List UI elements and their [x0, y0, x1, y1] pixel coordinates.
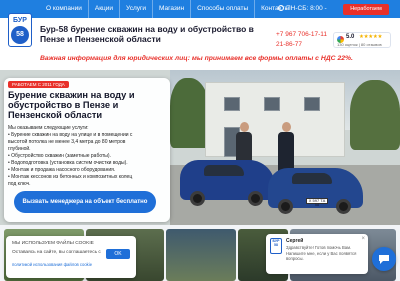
hero-person-right — [278, 122, 294, 172]
nav-item-about[interactable]: О компании — [40, 0, 89, 18]
cookie-policy-link[interactable]: политикой использования файлов cookie — [12, 262, 92, 267]
license-plate: Х 597 ТА 58 — [306, 198, 328, 207]
building-window — [224, 97, 240, 111]
gallery-thumb[interactable] — [166, 229, 236, 281]
list-item: • Бурение скважин на воду на улице и в п… — [8, 132, 133, 138]
nav-item-promo[interactable]: Акции — [89, 0, 121, 18]
hero-car-right: Х 597 ТА 58 — [268, 168, 363, 214]
cookie-accept-button[interactable]: OK — [106, 249, 130, 259]
rating-stars: ★★★★★ — [359, 34, 383, 40]
legal-notice: Важная информация для юридических лиц: м… — [40, 55, 353, 62]
list-item: • Монтаж кессонов из бетонных и композит… — [8, 174, 133, 180]
close-icon[interactable]: × — [361, 236, 365, 242]
site-logo[interactable]: БУР 58 — [8, 13, 32, 47]
rating-value: 5.0 — [346, 34, 355, 40]
rating-widget[interactable]: 5.0 ★★★★★ 130 оценок | 80 отзывов — [333, 32, 391, 48]
site-title: Бур-58 бурение скважин на воду и обустро… — [40, 24, 254, 44]
hero-title: Бурение скважин на воду и обустройство в… — [8, 90, 135, 120]
rating-subtitle: 130 оценок | 80 отзывов — [337, 42, 382, 47]
building-window — [304, 97, 320, 111]
hero-car-left — [180, 160, 275, 206]
cookie-text: Оставаясь на сайте, вы соглашаетесь с — [12, 250, 101, 255]
phone-block: +7 967 706-17-11 21-86-77 — [276, 30, 327, 50]
working-hours-text: ПН-СБ: 8:00 - — [286, 5, 327, 12]
clock-icon — [278, 5, 284, 11]
phone-secondary[interactable]: 21-86-77 — [276, 40, 327, 50]
list-item: высотой потолка не менее 3,4 метра до 80… — [8, 139, 126, 145]
since-badge: РАБОТАЕМ С 2011 ГОДА — [8, 81, 69, 88]
chat-message: Здравствуйте! Готов помочь Вам. Напишите… — [286, 245, 357, 261]
phone-primary[interactable]: +7 967 706-17-11 — [276, 30, 327, 40]
top-nav: О компании Акции Услуги Магазин Способы … — [0, 0, 400, 18]
list-item: под ключ. — [8, 181, 31, 187]
hero-tree-right — [350, 80, 400, 150]
building-window — [264, 97, 280, 111]
logo-text: БУР — [13, 17, 27, 24]
list-item: Мы оказываем следующие услуги: — [8, 125, 89, 131]
nav-item-payment[interactable]: Способы оплаты — [191, 0, 256, 18]
cookie-title: МЫ ИСПОЛЬЗУЕМ ФАЙЛЫ COOKIE — [12, 241, 94, 246]
chat-button[interactable] — [372, 247, 396, 271]
nav-item-services[interactable]: Услуги — [120, 0, 154, 18]
nav-item-shop[interactable]: Магазин — [153, 0, 192, 18]
list-item: • Обустройство скважин (заметные работы)… — [8, 153, 111, 159]
nav-menu: О компании Акции Услуги Магазин Способы … — [40, 0, 295, 18]
cookie-banner: МЫ ИСПОЛЬЗУЕМ ФАЙЛЫ COOKIE Оставаясь на … — [6, 236, 136, 278]
chat-agent-name: Сергей — [286, 238, 304, 244]
list-item: • Монтаж и продажа насосного оборудовани… — [8, 167, 116, 173]
list-item: • Водоподготовка (установка систем очист… — [8, 160, 128, 166]
chat-avatar: БУР 58 — [270, 238, 282, 254]
work-status-badge: Неработаем — [343, 4, 389, 15]
services-list: Мы оказываем следующие услуги: • Бурение… — [8, 125, 166, 188]
hero-tree-left — [170, 78, 210, 148]
working-hours: ПН-СБ: 8:00 - — [278, 0, 327, 18]
call-manager-button[interactable]: Вызвать менеджера на объект бесплатно — [14, 191, 156, 213]
chat-icon — [379, 255, 389, 264]
list-item: глубиной. — [8, 146, 31, 152]
hero-building — [205, 82, 345, 157]
logo-number: 58 — [11, 26, 29, 44]
chat-popup: БУР 58 Сергей Здравствуйте! Готов помочь … — [266, 234, 368, 274]
